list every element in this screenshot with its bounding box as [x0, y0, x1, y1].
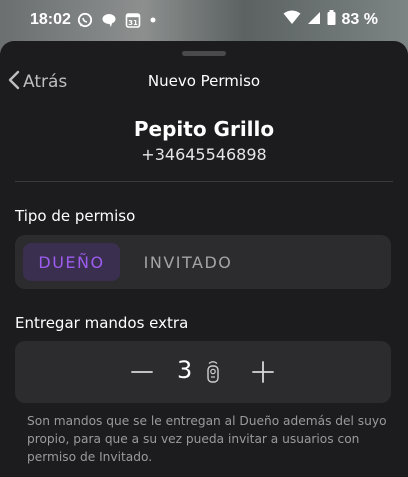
battery-icon	[327, 10, 336, 30]
remote-icon	[205, 360, 221, 388]
permission-type-label: Tipo de permiso	[15, 207, 136, 225]
extra-remotes-label: Entregar mandos extra	[15, 314, 189, 332]
extra-remotes-stepper: 3	[15, 341, 391, 403]
plus-icon	[252, 361, 274, 383]
status-right: 83 %	[283, 10, 378, 30]
minus-icon	[131, 371, 153, 373]
status-bar: 18:02 31 83 %	[0, 0, 408, 40]
nav-bar: Atrás Nuevo Permiso	[0, 67, 408, 97]
whatsapp-icon	[77, 12, 93, 28]
minus-button[interactable]	[128, 358, 156, 386]
wifi-icon	[283, 10, 301, 30]
sheet-grabber[interactable]	[182, 51, 226, 56]
notification-dot-icon	[149, 16, 157, 24]
plus-button[interactable]	[249, 358, 277, 386]
battery-level: 83 %	[341, 11, 378, 28]
bottom-sheet: Atrás Nuevo Permiso Pepito Grillo +34645…	[0, 41, 408, 477]
remote-count: 3	[177, 356, 193, 384]
contact-phone: +34645546898	[141, 145, 267, 164]
screen: 18:02 31 83 % Atrás Nuevo Permiso Pepito…	[0, 0, 408, 477]
page-title: Nuevo Permiso	[147, 72, 261, 90]
extra-remotes-help: Son mandos que se le entregan al Dueño a…	[27, 414, 387, 464]
calendar-day: 31	[128, 19, 138, 27]
divider	[15, 181, 393, 182]
segment-owner[interactable]: DUEÑO	[23, 243, 120, 281]
calendar-icon: 31	[125, 12, 141, 28]
contact-name: Pepito Grillo	[133, 117, 275, 141]
chat-bubble-icon	[101, 12, 117, 28]
permission-type-selector: DUEÑO INVITADO	[15, 235, 391, 289]
status-time: 18:02	[30, 11, 71, 28]
segment-guest[interactable]: INVITADO	[133, 243, 243, 281]
signal-icon	[307, 11, 321, 30]
